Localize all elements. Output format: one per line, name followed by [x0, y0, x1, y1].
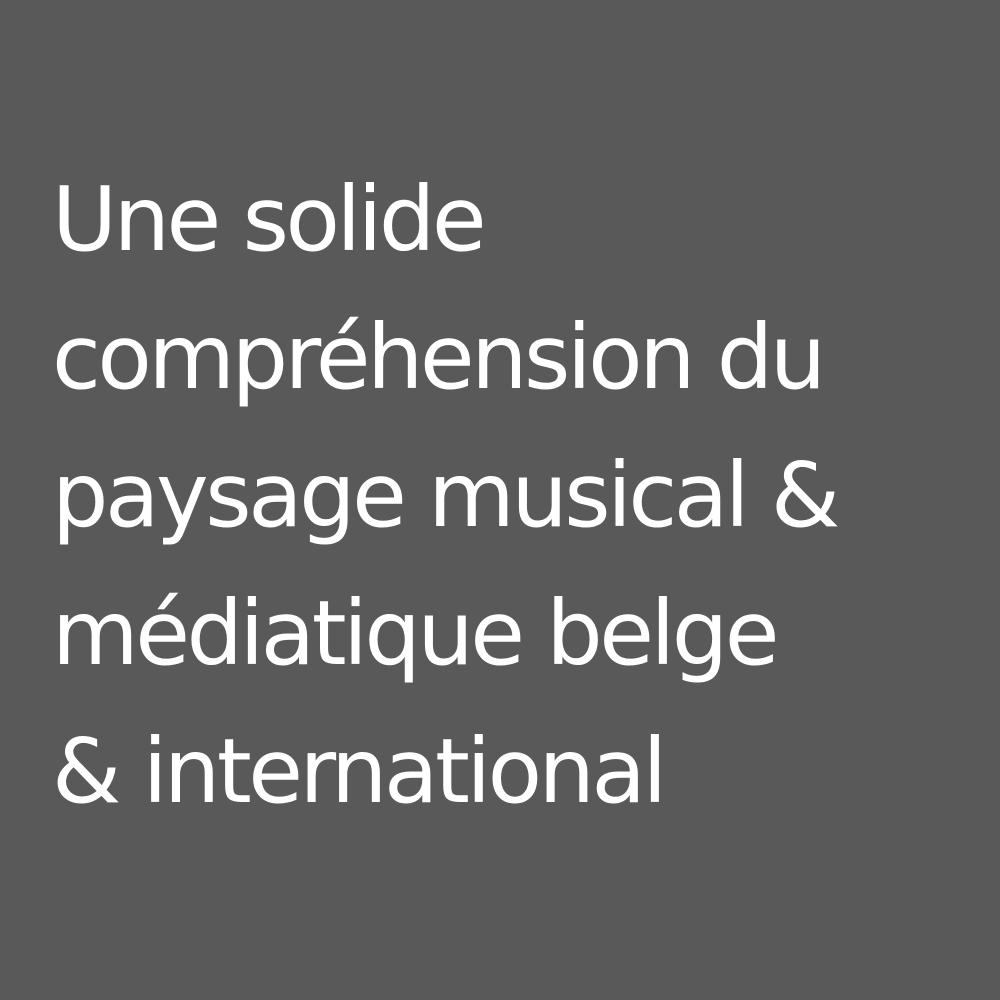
statement-text: Une solide compréhension du paysage musi…: [52, 150, 972, 840]
statement-line-1: Une solide: [52, 167, 487, 271]
statement-line-3: paysage musical &: [52, 443, 840, 547]
statement-line-4: médiatique belge: [52, 581, 780, 685]
statement-line-5: & international: [52, 719, 667, 823]
quote-card: Une solide compréhension du paysage musi…: [0, 0, 1000, 1000]
statement-line-2: compréhension du: [52, 305, 826, 409]
